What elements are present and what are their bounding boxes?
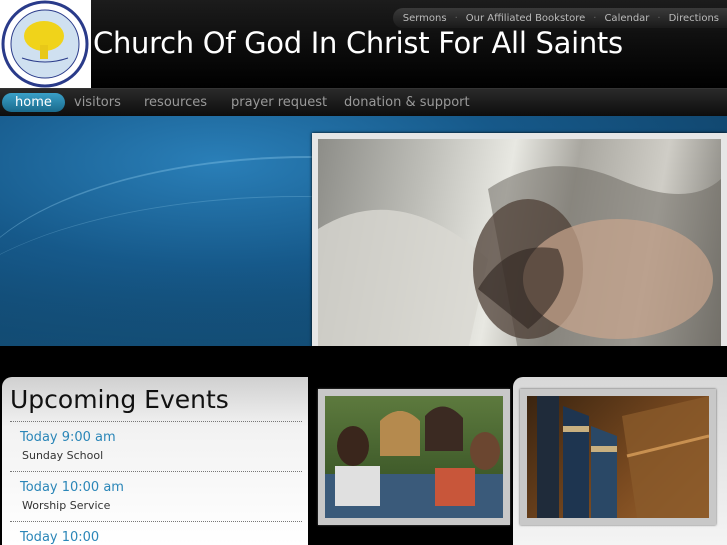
banner-shade — [0, 266, 320, 346]
event-name: Worship Service — [22, 499, 111, 512]
main-nav: home visitors resources prayer request d… — [0, 88, 727, 116]
site-title: Church Of God In Christ For All Saints — [93, 26, 623, 60]
site-header: Church Of God In Christ For All Saints S… — [0, 0, 727, 88]
thumb-frame-women[interactable] — [318, 389, 510, 525]
top-link-sermons[interactable]: Sermons — [403, 13, 447, 24]
upcoming-events-panel: Upcoming Events Today 9:00 am Sunday Sch… — [2, 377, 308, 545]
top-link-separator: · — [454, 12, 458, 24]
event-time[interactable]: Today 10:00 — [20, 530, 99, 545]
praying-hands-image — [318, 139, 721, 346]
top-links-bar: Sermons · Our Affiliated Bookstore · Cal… — [392, 8, 727, 28]
top-link-calendar[interactable]: Calendar — [604, 13, 649, 24]
events-divider — [10, 471, 302, 472]
events-divider — [10, 521, 302, 522]
event-time[interactable]: Today 9:00 am — [20, 430, 116, 445]
top-link-bookstore[interactable]: Our Affiliated Bookstore — [466, 13, 585, 24]
thumb-frame-bibles[interactable] — [520, 389, 716, 525]
church-seal-logo[interactable] — [0, 0, 91, 88]
nav-item-visitors[interactable]: visitors — [74, 93, 121, 112]
nav-item-prayer-request[interactable]: prayer request — [231, 93, 327, 112]
women-group-image — [325, 396, 503, 518]
nav-item-home[interactable]: home — [2, 93, 65, 112]
nav-item-resources[interactable]: resources — [144, 93, 207, 112]
hero-banner — [0, 116, 727, 346]
nav-item-donation-support[interactable]: donation & support — [344, 93, 470, 112]
top-link-separator: · — [593, 12, 597, 24]
top-link-separator: · — [657, 12, 661, 24]
hero-photo-frame — [312, 133, 727, 346]
events-title: Upcoming Events — [10, 385, 229, 414]
event-name: Sunday School — [22, 449, 104, 462]
bibles-pew-image — [527, 396, 709, 518]
top-link-directions[interactable]: Directions — [669, 13, 719, 24]
events-divider — [10, 421, 302, 422]
event-time[interactable]: Today 10:00 am — [20, 480, 124, 495]
